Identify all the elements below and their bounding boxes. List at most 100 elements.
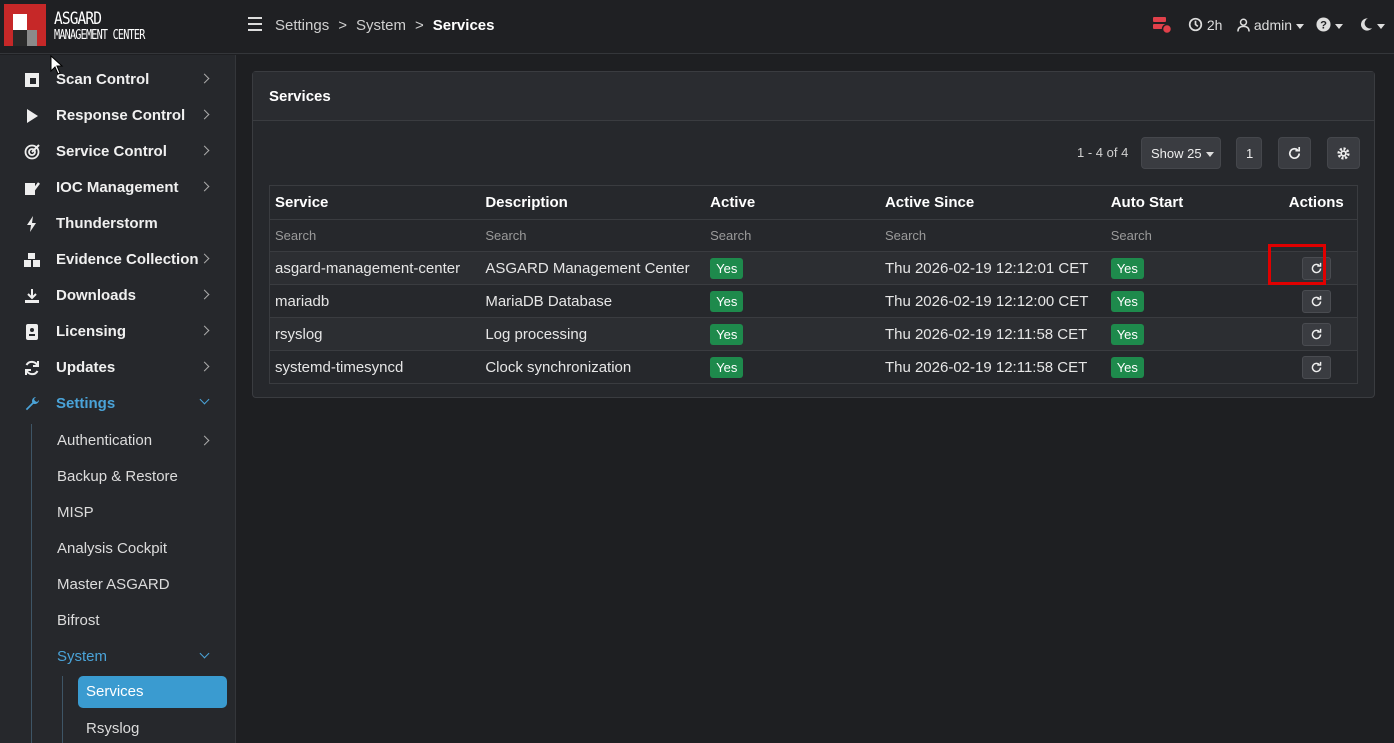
sidebar-sub-misp[interactable]: MISP	[57, 504, 94, 521]
moon-icon	[1360, 18, 1373, 31]
service-name: asgard-management-center	[269, 251, 481, 285]
table-row: asgard-management-center ASGARD Manageme…	[269, 251, 1358, 285]
session-timer[interactable]: 2h	[1188, 17, 1222, 33]
timer-value: 2h	[1206, 17, 1223, 33]
active-since: Thu 2026-02-19 12:11:58 CET	[879, 350, 1106, 384]
menu-toggle-icon[interactable]	[248, 17, 262, 31]
help-icon: ?	[1316, 17, 1331, 32]
mouse-cursor-icon	[50, 55, 64, 75]
search-active-input[interactable]: Search	[705, 219, 880, 252]
sidebar-sub-rsyslog[interactable]: Rsyslog	[86, 720, 139, 737]
sidebar-item-thunderstorm[interactable]: Thunderstorm	[0, 206, 235, 242]
sidebar-item-label: Evidence Collection	[56, 251, 199, 268]
sidebar-item-response-control[interactable]: Response Control	[0, 98, 235, 134]
settings-button[interactable]	[1327, 137, 1360, 169]
sidebar-item-label: Licensing	[56, 323, 127, 340]
sidebar-item-label: Service Control	[56, 143, 167, 160]
sidebar-item-label: Settings	[56, 395, 116, 412]
gear-icon	[1337, 147, 1350, 160]
sidebar: Scan Control Response Control Service Co…	[0, 55, 236, 743]
sidebar-item-label: Thunderstorm	[56, 215, 158, 232]
restart-icon	[1311, 361, 1322, 372]
restart-button[interactable]	[1301, 355, 1331, 379]
top-bar: ASGARD MANAGEMENT CENTER Settings > System…	[0, 0, 1394, 54]
breadcrumb: Settings > System > Services	[275, 17, 495, 34]
restart-button[interactable]	[1301, 289, 1331, 313]
table-row: systemd-timesyncd Clock synchronization …	[269, 350, 1358, 384]
search-row: Search Search Search Search Search	[269, 219, 1358, 252]
sidebar-item-downloads[interactable]: Downloads	[0, 278, 235, 314]
active-since: Thu 2026-02-19 12:12:01 CET	[879, 251, 1106, 285]
sidebar-item-updates[interactable]: Updates	[0, 350, 235, 386]
table-row: rsyslog Log processing Yes Thu 2026-02-1…	[269, 317, 1358, 351]
active-since: Thu 2026-02-19 12:11:58 CET	[879, 317, 1106, 351]
sidebar-sub-services[interactable]: Services	[78, 676, 227, 708]
sidebar-sub-bifrost[interactable]: Bifrost	[57, 612, 100, 629]
card-title: Services	[269, 88, 331, 105]
sidebar-sub-system[interactable]: System	[57, 648, 107, 665]
service-name: rsyslog	[269, 317, 481, 351]
download-icon	[25, 289, 39, 303]
sidebar-item-ioc-management[interactable]: IOC Management	[0, 170, 235, 206]
timer-icon	[1188, 17, 1203, 32]
sync-icon	[25, 360, 39, 376]
service-description: MariaDB Database	[480, 284, 706, 318]
service-description: Clock synchronization	[480, 350, 706, 384]
server-alert-icon[interactable]	[1152, 16, 1173, 37]
column-header-service[interactable]: Service	[269, 185, 481, 220]
active-badge: Yes	[710, 290, 744, 312]
user-menu[interactable]: admin	[1237, 17, 1305, 33]
sidebar-item-label: Response Control	[56, 107, 186, 124]
sidebar-item-label: IOC Management	[56, 179, 179, 196]
refresh-icon	[1289, 146, 1301, 159]
column-header-description[interactable]: Description	[480, 185, 706, 220]
brand-name: ASGARD	[54, 9, 102, 29]
page-size-dropdown[interactable]: Show 25	[1141, 137, 1221, 169]
column-header-active[interactable]: Active	[705, 185, 880, 220]
column-header-auto-start[interactable]: Auto Start	[1105, 185, 1276, 220]
sidebar-item-scan-control[interactable]: Scan Control	[0, 62, 235, 98]
search-description-input[interactable]: Search	[480, 219, 706, 252]
column-header-active-since[interactable]: Active Since	[879, 185, 1106, 220]
asgard-logo[interactable]	[4, 4, 46, 46]
theme-menu[interactable]	[1359, 17, 1385, 33]
services-card: Services 1 - 4 of 4 Show 25 1 Service De…	[252, 71, 1375, 398]
breadcrumb-services: Services	[432, 17, 495, 34]
sidebar-sub-backup-restore[interactable]: Backup & Restore	[57, 468, 178, 485]
active-badge: Yes	[710, 257, 744, 279]
wrench-icon	[25, 397, 39, 411]
service-name: mariadb	[269, 284, 481, 318]
search-service-input[interactable]: Search	[269, 219, 481, 252]
sidebar-sub-label: Services	[86, 683, 144, 700]
sidebar-item-label: Updates	[56, 359, 116, 376]
refresh-button[interactable]	[1278, 137, 1311, 169]
sidebar-item-settings[interactable]: Settings	[0, 386, 235, 422]
auto-start-badge: Yes	[1110, 356, 1144, 378]
breadcrumb-system[interactable]: System	[356, 17, 406, 34]
sidebar-sub-master-asgard[interactable]: Master ASGARD	[57, 576, 170, 593]
breadcrumb-settings[interactable]: Settings	[275, 17, 329, 34]
scan-icon	[25, 73, 39, 87]
help-menu[interactable]: ?	[1316, 17, 1343, 33]
sidebar-item-licensing[interactable]: Licensing	[0, 314, 235, 350]
service-description: ASGARD Management Center	[480, 251, 706, 285]
user-icon	[1237, 18, 1250, 32]
search-active-since-input[interactable]: Search	[879, 219, 1106, 252]
sidebar-sub-authentication[interactable]: Authentication	[57, 432, 152, 449]
id-card-icon	[26, 324, 38, 340]
card-header: Services	[253, 72, 1374, 121]
restart-button[interactable]	[1301, 322, 1331, 346]
sidebar-item-evidence-collection[interactable]: Evidence Collection	[0, 242, 235, 278]
column-header-actions: Actions	[1275, 185, 1358, 220]
sidebar-sub-analysis-cockpit[interactable]: Analysis Cockpit	[57, 540, 167, 557]
page-button[interactable]: 1	[1236, 137, 1262, 169]
edit-icon	[25, 182, 40, 195]
search-auto-start-input[interactable]: Search	[1105, 219, 1276, 252]
sidebar-item-service-control[interactable]: Service Control	[0, 134, 235, 170]
services-table: Service Description Active Active Since …	[269, 185, 1358, 384]
restart-icon	[1311, 295, 1322, 306]
restart-icon	[1311, 328, 1322, 339]
service-description: Log processing	[480, 317, 706, 351]
play-icon	[27, 109, 38, 123]
active-since: Thu 2026-02-19 12:12:00 CET	[879, 284, 1106, 318]
